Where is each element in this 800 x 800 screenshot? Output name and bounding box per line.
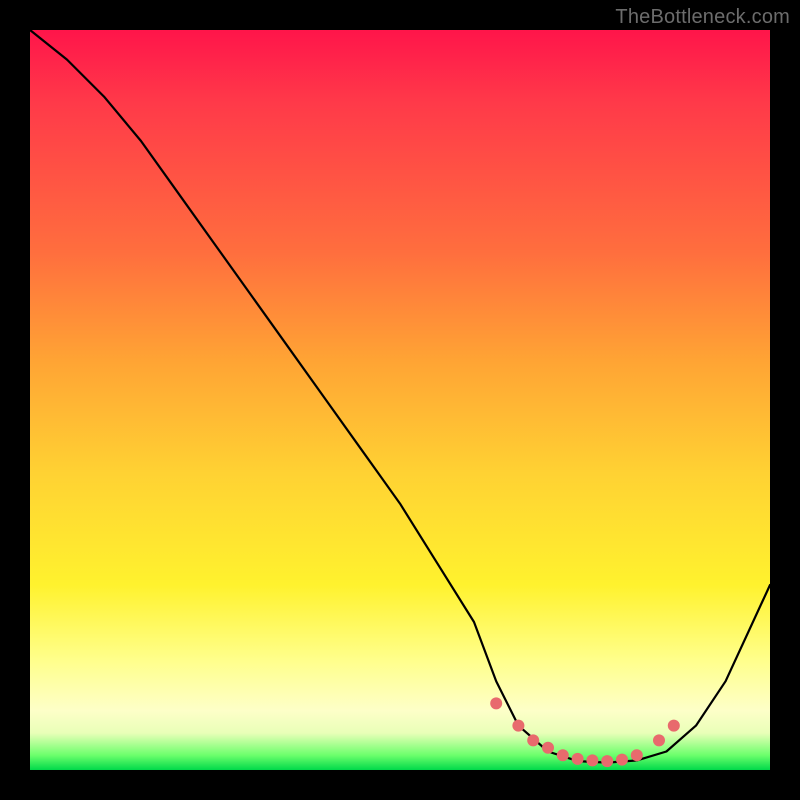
highlight-dot xyxy=(557,749,569,761)
watermark-text: TheBottleneck.com xyxy=(615,6,790,29)
highlight-dot xyxy=(572,753,584,765)
highlight-dot xyxy=(616,754,628,766)
chart-frame: TheBottleneck.com xyxy=(0,0,800,800)
highlight-dot xyxy=(601,755,613,767)
bottleneck-curve xyxy=(30,30,770,763)
highlight-dot xyxy=(527,734,539,746)
highlight-dot xyxy=(512,720,524,732)
chart-svg xyxy=(30,30,770,770)
highlight-dot xyxy=(542,742,554,754)
highlight-dot xyxy=(631,749,643,761)
plot-area xyxy=(30,30,770,770)
curve-layer xyxy=(30,30,770,763)
highlight-dot xyxy=(586,754,598,766)
highlight-dot xyxy=(653,734,665,746)
highlight-dot xyxy=(668,720,680,732)
highlight-dot xyxy=(490,697,502,709)
